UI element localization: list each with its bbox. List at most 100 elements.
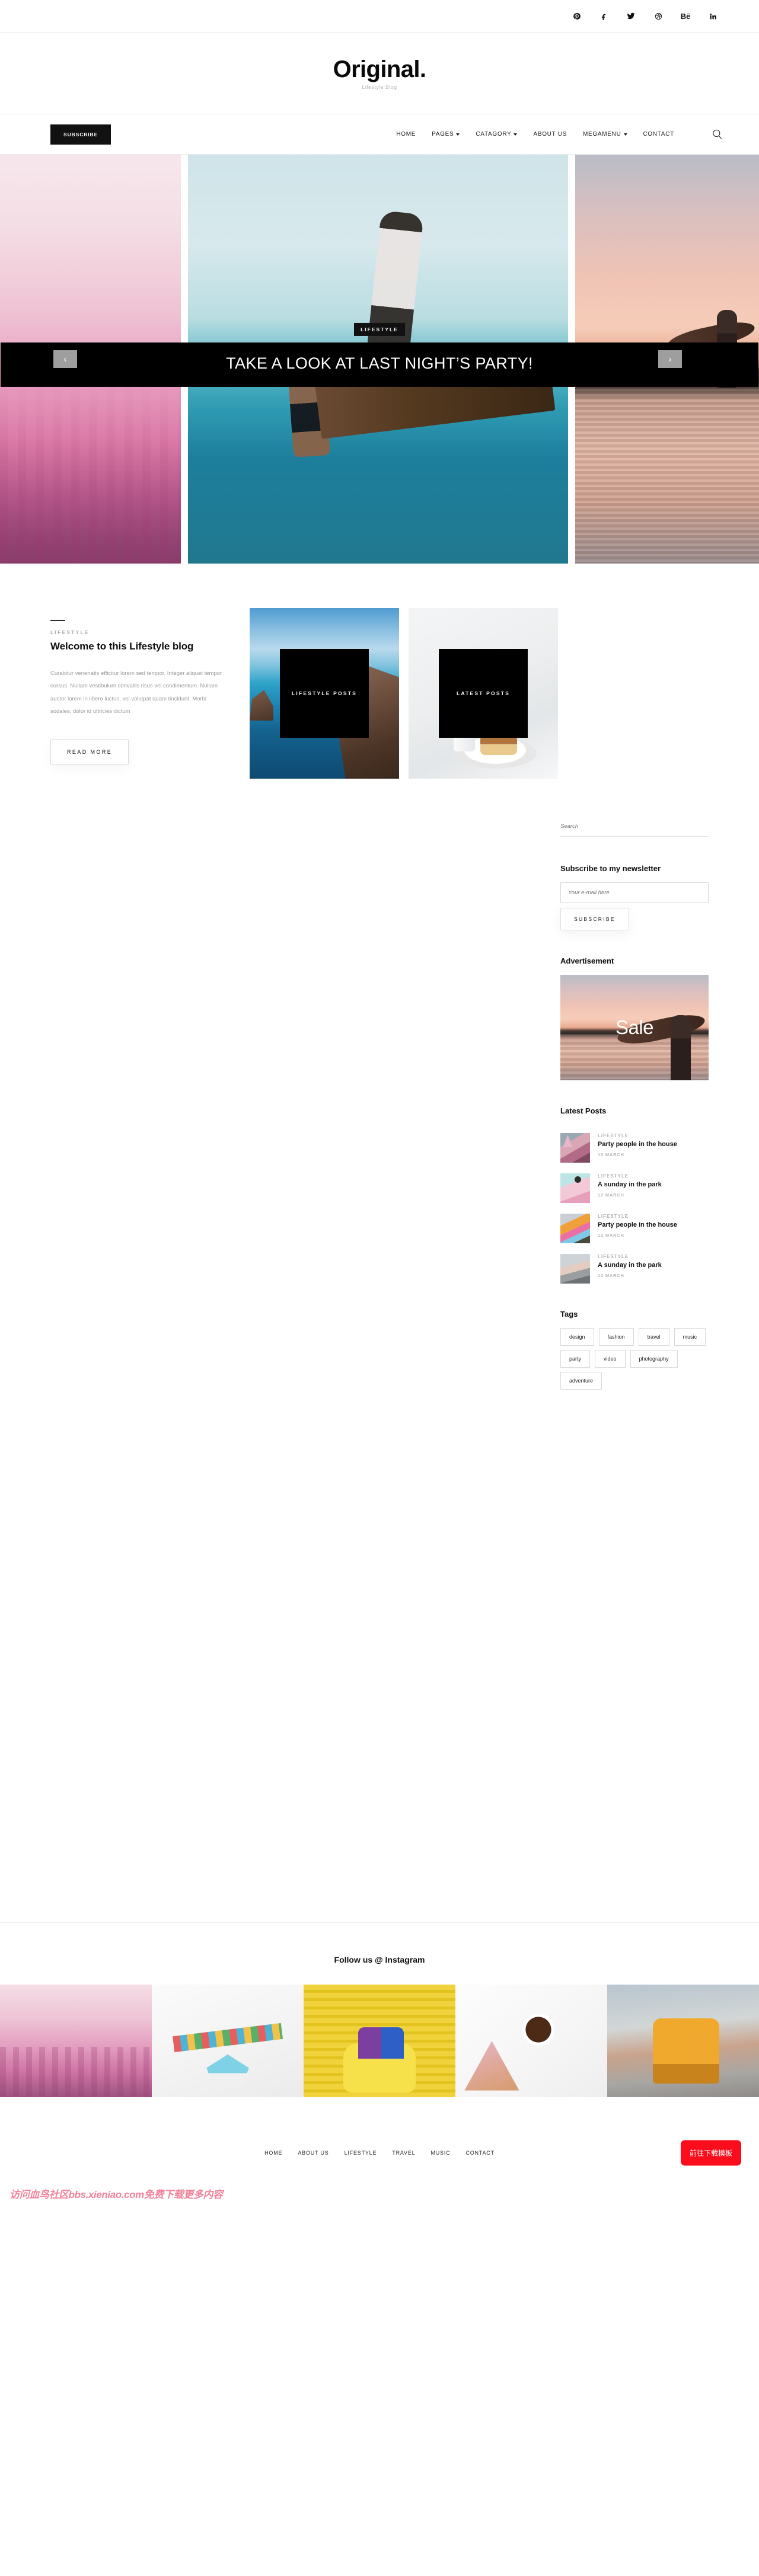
tags-title: Tags: [560, 1310, 578, 1319]
welcome-text-column: LIFESTYLE Welcome to this Lifestyle blog…: [50, 608, 246, 764]
list-item[interactable]: LIFESTYLE Party people in the house 12 M…: [560, 1214, 709, 1243]
social-links: Bē: [572, 11, 717, 21]
list-item[interactable]: LIFESTYLE A sunday in the park 12 MARCH: [560, 1254, 709, 1284]
post-date: 12 MARCH: [598, 1272, 624, 1278]
instagram-photo-3[interactable]: [304, 1985, 455, 2097]
ad-surfer-figure: [671, 1015, 691, 1080]
read-more-button[interactable]: READ MORE: [50, 739, 129, 764]
nav-label: CONTACT: [643, 131, 674, 137]
post-date: 12 MARCH: [598, 1151, 624, 1157]
instagram-photo-1[interactable]: [0, 1985, 152, 2097]
instagram-photo-4[interactable]: [455, 1985, 607, 2097]
footer-link-lifestyle[interactable]: LIFESTYLE: [345, 2150, 377, 2156]
footer: HOME ABOUT US LIFESTYLE TRAVEL MUSIC CON…: [0, 2097, 759, 2208]
welcome-body: Curabitur venenatis efficitur lorem sed …: [50, 670, 222, 715]
post-title: Party people in the house: [598, 1221, 677, 1228]
main-navigation: SUBSCRIBE HOME PAGES CATAGORY ABOUT US M…: [0, 114, 759, 155]
nav-item-about-us[interactable]: ABOUT US: [533, 131, 567, 137]
main-content-column: [50, 820, 560, 1875]
slider-prev-button[interactable]: ‹: [53, 350, 77, 368]
search-icon[interactable]: [710, 128, 723, 141]
feature-cards: LIFESTYLE POSTS LATEST POSTS: [250, 608, 558, 779]
nav-label: HOME: [396, 131, 416, 137]
nav-item-catagory[interactable]: CATAGORY: [476, 131, 518, 137]
newsletter-widget: Subscribe to my newsletter SUBSCRIBE: [560, 864, 709, 930]
newsletter-subscribe-button[interactable]: SUBSCRIBE: [560, 908, 629, 930]
hero-slider: ‹ › LIFESTYLE TAKE A LOOK AT LAST NIGHT’…: [0, 155, 759, 564]
tag-video[interactable]: video: [595, 1350, 626, 1368]
post-date: 12 MARCH: [598, 1192, 624, 1198]
post-title: A sunday in the park: [598, 1181, 662, 1188]
twitter-icon[interactable]: [626, 11, 636, 21]
tag-travel[interactable]: travel: [638, 1328, 669, 1346]
tag-photography[interactable]: photography: [630, 1350, 678, 1368]
instagram-photo-2[interactable]: [152, 1985, 304, 2097]
nav-item-megamenu[interactable]: MEGAMENU: [583, 131, 627, 137]
site-title: Original.: [333, 56, 426, 82]
advertisement-widget: Advertisement Sale: [560, 956, 709, 1080]
footer-link-contact[interactable]: CONTACT: [465, 2150, 494, 2156]
instagram-title: Follow us @ Instagram: [334, 1955, 425, 1964]
top-bar: Bē: [0, 0, 759, 33]
hero-caption: LIFESTYLE TAKE A LOOK AT LAST NIGHT’S PA…: [0, 323, 759, 388]
post-category: LIFESTYLE: [598, 1214, 629, 1219]
newsletter-title: Subscribe to my newsletter: [560, 864, 661, 873]
search-input[interactable]: [560, 823, 709, 830]
chevron-down-icon: [456, 133, 460, 136]
tag-design[interactable]: design: [560, 1328, 594, 1346]
nav-links: HOME PAGES CATAGORY ABOUT US MEGAMENU CO…: [396, 128, 723, 141]
tag-fashion[interactable]: fashion: [598, 1328, 634, 1346]
behance-icon[interactable]: Bē: [681, 11, 691, 21]
post-date: 12 MARCH: [598, 1232, 624, 1238]
download-template-button[interactable]: 前往下载模板: [680, 2140, 741, 2165]
slider-next-button[interactable]: ›: [658, 350, 682, 368]
post-thumbnail: [560, 1254, 590, 1284]
subscribe-button[interactable]: SUBSCRIBE: [50, 124, 111, 145]
list-item[interactable]: LIFESTYLE A sunday in the park 12 MARCH: [560, 1173, 709, 1203]
nav-label: MEGAMENU: [583, 131, 621, 137]
tag-party[interactable]: party: [560, 1350, 591, 1368]
advertisement-banner[interactable]: Sale: [560, 975, 709, 1080]
footer-link-travel[interactable]: TRAVEL: [392, 2150, 415, 2156]
nav-item-contact[interactable]: CONTACT: [643, 131, 675, 137]
tag-adventure[interactable]: adventure: [560, 1372, 602, 1390]
footer-link-home[interactable]: HOME: [264, 2150, 282, 2156]
pinterest-icon[interactable]: [572, 11, 581, 21]
nav-label: PAGES: [432, 131, 454, 137]
post-category: LIFESTYLE: [598, 1254, 629, 1259]
card-latest-posts[interactable]: LATEST POSTS: [409, 608, 558, 779]
footer-link-music[interactable]: MUSIC: [430, 2150, 450, 2156]
tag-list: design fashion travel music party video …: [560, 1328, 709, 1390]
post-title: A sunday in the park: [598, 1262, 662, 1269]
post-meta: LIFESTYLE Party people in the house 12 M…: [598, 1133, 677, 1163]
instagram-photo-5[interactable]: [607, 1985, 759, 2097]
card-label: LATEST POSTS: [439, 649, 528, 738]
nav-label: ABOUT US: [533, 131, 567, 137]
email-field[interactable]: [560, 882, 709, 903]
hero-title[interactable]: TAKE A LOOK AT LAST NIGHT’S PARTY!: [1, 343, 758, 388]
linkedin-icon[interactable]: [708, 11, 717, 21]
post-thumbnail: [560, 1173, 590, 1203]
sidebar-search[interactable]: [560, 820, 709, 837]
hero-category-badge[interactable]: LIFESTYLE: [354, 323, 405, 337]
tag-music[interactable]: music: [674, 1328, 706, 1346]
nav-item-home[interactable]: HOME: [396, 131, 416, 137]
facebook-icon[interactable]: [599, 11, 608, 21]
footer-link-about-us[interactable]: ABOUT US: [298, 2150, 329, 2156]
welcome-section: LIFESTYLE Welcome to this Lifestyle blog…: [0, 564, 759, 779]
latest-posts-title: Latest Posts: [560, 1106, 607, 1115]
card-lifestyle-posts[interactable]: LIFESTYLE POSTS: [250, 608, 399, 779]
post-title: Party people in the house: [598, 1141, 677, 1148]
list-item[interactable]: LIFESTYLE Party people in the house 12 M…: [560, 1133, 709, 1163]
dribbble-icon[interactable]: [653, 11, 663, 21]
welcome-eyebrow: LIFESTYLE: [50, 629, 90, 635]
post-meta: LIFESTYLE A sunday in the park 12 MARCH: [598, 1173, 662, 1203]
card-label: LIFESTYLE POSTS: [280, 649, 369, 738]
chevron-down-icon: [623, 133, 627, 136]
advertisement-title: Advertisement: [560, 956, 614, 965]
sidebar: Subscribe to my newsletter SUBSCRIBE Adv…: [560, 820, 709, 1416]
post-meta: LIFESTYLE A sunday in the park 12 MARCH: [598, 1254, 662, 1284]
post-category: LIFESTYLE: [598, 1133, 629, 1138]
nav-label: CATAGORY: [476, 131, 512, 137]
nav-item-pages[interactable]: PAGES: [432, 131, 460, 137]
